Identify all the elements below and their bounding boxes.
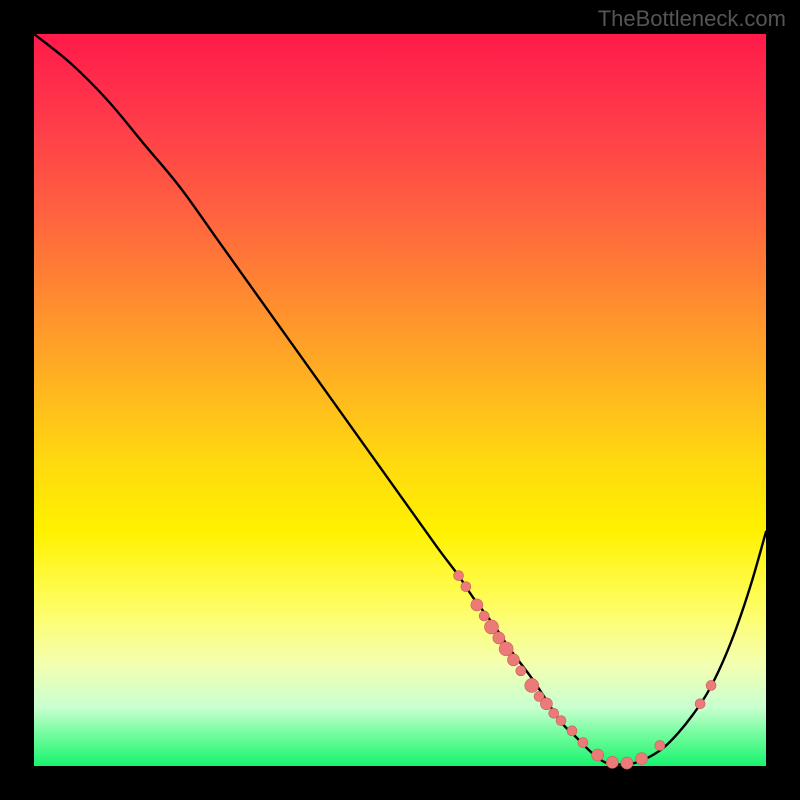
sample-marker [485, 620, 499, 634]
sample-marker [525, 678, 539, 692]
sample-marker [655, 741, 665, 751]
sample-marker [454, 571, 464, 581]
sample-marker [578, 738, 588, 748]
sample-marker [621, 757, 633, 769]
bottleneck-curve-chart [34, 34, 766, 766]
sample-marker [567, 726, 577, 736]
sample-markers-group [454, 571, 717, 769]
sample-marker [636, 753, 648, 765]
sample-marker [706, 680, 716, 690]
sample-marker [549, 708, 559, 718]
sample-marker [499, 642, 513, 656]
sample-marker [556, 716, 566, 726]
sample-marker [592, 749, 604, 761]
performance-curve [34, 34, 766, 765]
sample-marker [606, 756, 618, 768]
sample-marker [695, 699, 705, 709]
sample-marker [493, 632, 505, 644]
sample-marker [461, 582, 471, 592]
sample-marker [471, 599, 483, 611]
gradient-plot-background [34, 34, 766, 766]
sample-marker [479, 611, 489, 621]
sample-marker [507, 654, 519, 666]
sample-marker [516, 666, 526, 676]
sample-marker [540, 698, 552, 710]
watermark-text: TheBottleneck.com [598, 6, 786, 32]
